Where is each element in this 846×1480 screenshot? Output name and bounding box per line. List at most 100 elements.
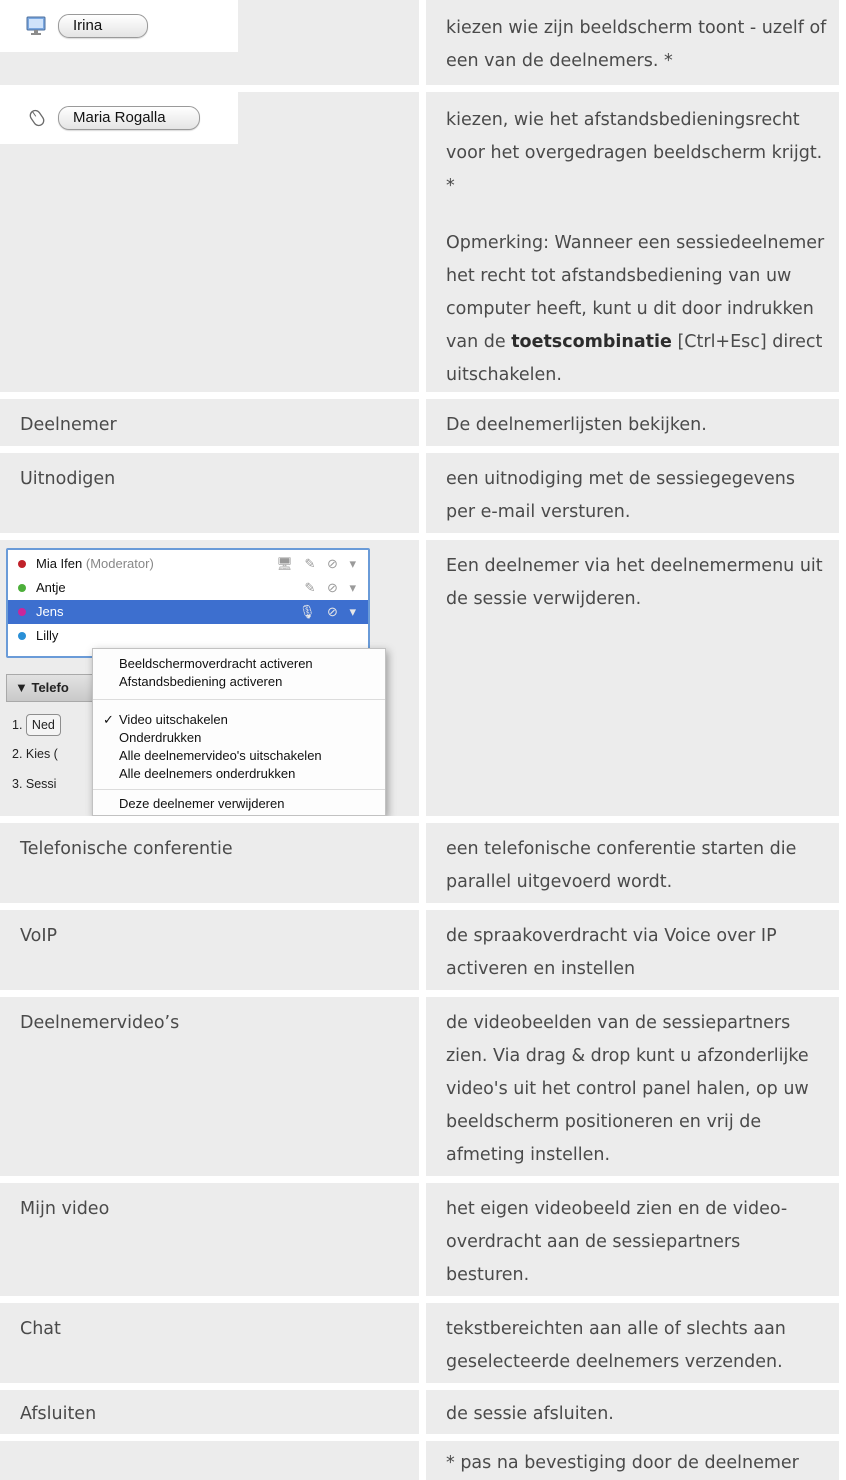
menu-item-remove-participant[interactable]: Deze deelnemer verwijderen [119, 795, 284, 813]
row-description: het eigen videobeeld zien en de video-ov… [446, 1199, 788, 1285]
menu-item-all-video-off[interactable]: Alle deelnemervideo's uitschakelen [119, 747, 322, 765]
table-cell-left: Chat [0, 1303, 426, 1390]
country-select[interactable]: Ned [25, 714, 61, 736]
table-cell-left: Uitnodigen [0, 453, 426, 540]
key-combination-term: toetscombinatie [511, 332, 672, 352]
table-row: Maria Rogalla kiezen, wie het afstandsbe… [0, 92, 846, 399]
row-label: Chat [20, 1319, 61, 1339]
table-row: Mijn video het eigen videobeeld zien en … [0, 1183, 846, 1303]
table-cell-left: Mijn video [0, 1183, 426, 1303]
table-cell-left: Irina [0, 0, 426, 92]
table-cell-right: de videobeelden van de sessiepartners zi… [426, 997, 846, 1183]
row-description: de videobeelden van de sessiepartners zi… [446, 1013, 809, 1165]
table-cell-left: Telefonische conferentie [0, 823, 426, 910]
table-row: * pas na bevestiging door de deelnemer [0, 1441, 846, 1480]
table-cell-right: Een deelnemer via het deelnemermenu uit … [426, 540, 846, 823]
row-description: een uitnodiging met de sessiegegevens pe… [446, 469, 796, 522]
menu-item-remote-control[interactable]: Afstandsbediening activeren [119, 673, 282, 691]
row-description: kiezen, wie het afstandsbedieningsrecht … [446, 110, 823, 196]
menu-item-video-off[interactable]: ✓ Video uitschakelen [103, 711, 228, 729]
table-cell-left: VoIP [0, 910, 426, 997]
row-label: Afsluiten [20, 1404, 97, 1424]
table-cell-left: Afsluiten [0, 1390, 426, 1441]
step-line-2: 2. Kies ( [12, 747, 58, 761]
menu-separator [93, 699, 385, 700]
status-dot-icon [18, 584, 26, 592]
row-label: Deelnemer [20, 415, 117, 435]
participant-role: (Moderator) [85, 556, 154, 571]
participant-name: Mia Ifen (Moderator) [36, 552, 154, 576]
row-description: de sessie afsluiten. [446, 1404, 614, 1424]
status-dot-icon [18, 632, 26, 640]
participant-controls-icon[interactable]: 🖥 ✎ ⊘ ▾ [276, 552, 360, 576]
table-cell-right: de sessie afsluiten. [426, 1390, 846, 1441]
step-line-1: 1. Ned [12, 714, 61, 736]
table-cell-left: Mia Ifen (Moderator) 🖥 ✎ ⊘ ▾ Antje ✎ ⊘ ▾… [0, 540, 426, 823]
participant-list: Mia Ifen (Moderator) 🖥 ✎ ⊘ ▾ Antje ✎ ⊘ ▾… [6, 548, 370, 658]
screen-select-field[interactable]: Irina [58, 14, 148, 38]
table-row: Chat tekstbereichten aan alle of slechts… [0, 1303, 846, 1390]
table-cell-right: kiezen, wie het afstandsbedieningsrecht … [426, 92, 846, 399]
monitor-icon[interactable] [26, 15, 46, 37]
remote-select-field[interactable]: Maria Rogalla [58, 106, 200, 130]
row-description: De deelnemerlijsten bekijken. [446, 415, 707, 435]
menu-item-label: Video uitschakelen [119, 712, 228, 727]
row-description: de spraakoverdracht via Voice over IP ac… [446, 926, 777, 979]
row-label: Mijn video [20, 1199, 110, 1219]
row-description: Een deelnemer via het deelnemermenu uit … [446, 556, 823, 609]
participant-name: Jens [36, 604, 64, 619]
table-cell-right: een uitnodiging met de sessiegegevens pe… [426, 453, 846, 540]
participant-name: Antje [36, 580, 66, 595]
participant-row[interactable]: Mia Ifen (Moderator) 🖥 ✎ ⊘ ▾ [8, 552, 368, 576]
status-dot-icon [18, 608, 26, 616]
table-cell-right: De deelnemerlijsten bekijken. [426, 399, 846, 453]
mouse-icon[interactable] [26, 107, 46, 129]
row-description: kiezen wie zijn beeldscherm toont - uzel… [446, 18, 827, 71]
menu-item-mute-all[interactable]: Alle deelnemers onderdrukken [119, 765, 295, 783]
table-cell-left: Maria Rogalla [0, 92, 426, 399]
footnote: * pas na bevestiging door de deelnemer [446, 1453, 799, 1473]
table-row: Afsluiten de sessie afsluiten. [0, 1390, 846, 1441]
table-cell-left [0, 1441, 426, 1480]
table-row: VoIP de spraakoverdracht via Voice over … [0, 910, 846, 997]
status-dot-icon [18, 560, 26, 568]
step-number: 1. [12, 718, 23, 732]
table-cell-left: Deelnemervideo’s [0, 997, 426, 1183]
table-cell-right: tekstbereichten aan alle of slechts aan … [426, 1303, 846, 1390]
participant-row-selected[interactable]: Jens 🎙 ⊘ ▾ [8, 600, 368, 624]
checkmark-icon: ✓ [103, 712, 114, 727]
participant-row[interactable]: Lilly [8, 624, 368, 648]
feature-table: Irina kiezen wie zijn beeldscherm toont … [0, 0, 846, 1480]
table-row: Deelnemervideo’s de videobeelden van de … [0, 997, 846, 1183]
table-row: Irina kiezen wie zijn beeldscherm toont … [0, 0, 846, 92]
participant-name: Lilly [36, 628, 59, 643]
table-cell-right: * pas na bevestiging door de deelnemer [426, 1441, 846, 1480]
participant-controls-icon[interactable]: 🎙 ⊘ ▾ [299, 600, 360, 624]
table-row: Telefonische conferentie een telefonisch… [0, 823, 846, 910]
table-row: Mia Ifen (Moderator) 🖥 ✎ ⊘ ▾ Antje ✎ ⊘ ▾… [0, 540, 846, 823]
table-cell-right: kiezen wie zijn beeldscherm toont - uzel… [426, 0, 846, 92]
participant-context-menu: Beeldschermoverdracht activeren Afstands… [92, 648, 386, 816]
menu-separator [93, 789, 385, 790]
row-note: Opmerking: Wanneer een sessiedeelnemer h… [446, 227, 827, 392]
table-cell-right: de spraakoverdracht via Voice over IP ac… [426, 910, 846, 997]
participant-panel-screenshot: Mia Ifen (Moderator) 🖥 ✎ ⊘ ▾ Antje ✎ ⊘ ▾… [6, 548, 388, 816]
menu-item-mute[interactable]: Onderdrukken [119, 729, 201, 747]
participant-controls-icon[interactable]: ✎ ⊘ ▾ [304, 576, 360, 600]
row-label: VoIP [20, 926, 58, 946]
table-row: Deelnemer De deelnemerlijsten bekijken. [0, 399, 846, 453]
menu-item-screen-transfer[interactable]: Beeldschermoverdracht activeren [119, 655, 313, 673]
table-row: Uitnodigen een uitnodiging met de sessie… [0, 453, 846, 540]
row-description: tekstbereichten aan alle of slechts aan … [446, 1319, 786, 1372]
table-cell-right: een telefonische conferentie starten die… [426, 823, 846, 910]
step-line-3: 3. Sessi [12, 777, 57, 791]
row-description: een telefonische conferentie starten die… [446, 839, 797, 892]
participant-row[interactable]: Antje ✎ ⊘ ▾ [8, 576, 368, 600]
remote-widget: Maria Rogalla [0, 92, 238, 144]
table-cell-left: Deelnemer [0, 399, 426, 453]
screen-widget: Irina [0, 0, 238, 52]
participant-name-text: Mia Ifen [36, 556, 83, 571]
row-label: Uitnodigen [20, 469, 116, 489]
row-label: Telefonische conferentie [20, 839, 233, 859]
table-cell-right: het eigen videobeeld zien en de video-ov… [426, 1183, 846, 1303]
